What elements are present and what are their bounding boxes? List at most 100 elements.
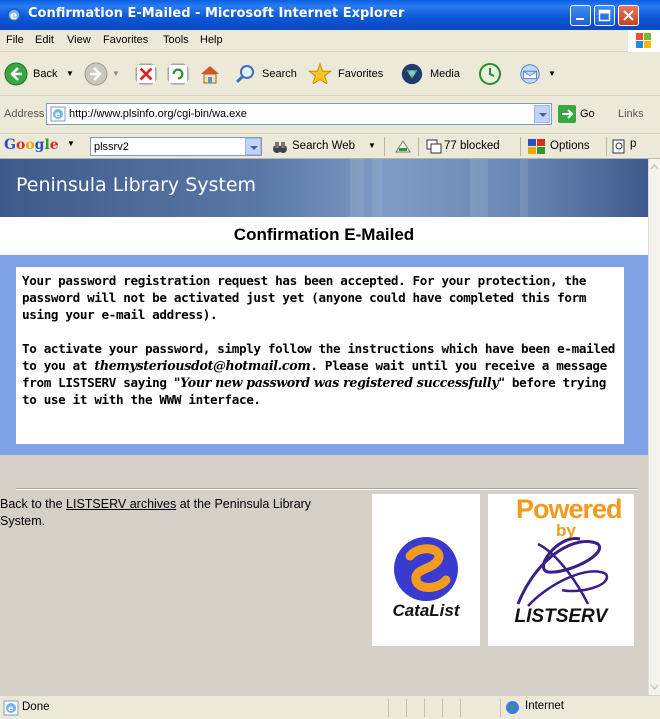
stop-button[interactable]: [130, 58, 160, 90]
options-icon: [528, 139, 545, 154]
binoculars-icon: [273, 142, 287, 153]
menu-bar: File Edit View Favorites Tools Help: [0, 30, 660, 52]
status-bar: e Done Internet: [0, 695, 660, 719]
mail-button[interactable]: ▼: [514, 58, 564, 90]
search-web-label: Search Web: [292, 140, 356, 152]
home-button[interactable]: [194, 58, 226, 90]
menu-view[interactable]: View: [67, 34, 91, 46]
google-options-button[interactable]: Options: [526, 137, 606, 156]
svg-text:e: e: [55, 110, 61, 119]
close-button[interactable]: [618, 5, 639, 26]
home-icon: [201, 66, 219, 84]
favorites-button[interactable]: Favorites: [306, 58, 394, 90]
page-done-icon: e: [3, 700, 19, 716]
footer-text: Back to the LISTSERV archives at the Pen…: [0, 496, 350, 530]
pagerank-icon[interactable]: [394, 138, 412, 156]
catalist-logo-text: CataList: [392, 601, 460, 620]
menu-tools[interactable]: Tools: [163, 34, 189, 46]
message-frame: Your password registration request has b…: [0, 255, 648, 455]
page-ie-icon: e: [50, 106, 66, 122]
maximize-icon: [598, 9, 611, 22]
menu-help[interactable]: Help: [200, 34, 223, 46]
address-url: http://www.plsinfo.org/cgi-bin/wa.exe: [69, 108, 247, 120]
media-button[interactable]: Media: [398, 58, 472, 90]
listserv-archives-link[interactable]: LISTSERV archives: [66, 497, 176, 511]
google-search-query: plssrv2: [94, 141, 129, 153]
google-search-input[interactable]: plssrv2: [90, 137, 262, 156]
status-cell: [388, 699, 406, 717]
media-label: Media: [430, 68, 460, 80]
toolbar-separator: [520, 137, 521, 156]
minimize-button[interactable]: [570, 5, 591, 26]
banner-stripe: [350, 159, 364, 217]
mail-dropdown-icon[interactable]: ▼: [548, 69, 556, 78]
search-label: Search: [262, 68, 297, 80]
security-zone[interactable]: Internet: [500, 699, 660, 717]
message-box: Your password registration request has b…: [16, 267, 624, 444]
toolbar-separator: [606, 137, 607, 156]
status-cell: [460, 699, 500, 717]
back-button[interactable]: Back ▼: [4, 58, 82, 90]
search-web-button[interactable]: Search Web ▼: [270, 137, 382, 156]
page-heading: Confirmation E-Mailed: [233, 225, 415, 244]
scroll-down-icon[interactable]: [649, 681, 660, 693]
message-paragraph-1: Your password registration request has b…: [22, 273, 587, 322]
go-button[interactable]: Go: [558, 104, 608, 126]
catalist-logo[interactable]: CataList: [372, 494, 480, 646]
refresh-button[interactable]: [162, 58, 192, 90]
history-button[interactable]: [474, 58, 508, 90]
truncated-toolbar-label: p: [630, 138, 637, 150]
toolbar-separator: [384, 137, 385, 156]
forward-dropdown-icon[interactable]: ▼: [112, 69, 120, 78]
history-icon: [479, 63, 501, 85]
media-icon: [401, 63, 423, 85]
zone-label: Internet: [525, 700, 564, 712]
back-label: Back: [33, 68, 58, 80]
links-button[interactable]: Links: [618, 108, 644, 120]
windows-logo: [628, 30, 660, 52]
standard-toolbar: Back ▼ ▼ Search Favorites Media ▼: [0, 52, 660, 96]
mail-icon: [520, 64, 540, 84]
banner-stripe: [470, 159, 488, 217]
banner-stripe: [372, 159, 382, 217]
listserv-logo-text: LISTSERV: [514, 606, 608, 627]
title-bar[interactable]: e Confirmation E-Mailed - Microsoft Inte…: [0, 0, 660, 30]
page-info-icon[interactable]: [612, 139, 626, 154]
address-label: Address: [4, 108, 45, 120]
popup-blocker-button[interactable]: 77 blocked: [424, 137, 520, 156]
back-arrow-icon: [4, 62, 28, 86]
status-cell: [406, 699, 424, 717]
powered-by-listserv-logo[interactable]: Powered by LISTSERV: [488, 494, 634, 646]
refresh-icon: [167, 63, 189, 85]
maximize-button[interactable]: [594, 5, 615, 26]
stop-icon: [135, 63, 157, 85]
menu-edit[interactable]: Edit: [35, 34, 54, 46]
google-logo[interactable]: Google: [4, 137, 59, 153]
search-magnifier-icon: [235, 65, 254, 84]
google-query-dropdown-icon[interactable]: [245, 138, 261, 155]
search-button[interactable]: Search: [230, 58, 304, 90]
windows-flag-icon: [636, 33, 651, 48]
forward-arrow-icon: [84, 62, 108, 86]
scroll-up-icon[interactable]: [649, 161, 660, 173]
footer-text-before: Back to the: [0, 497, 67, 511]
internet-explorer-icon: e: [7, 8, 21, 22]
menu-favorites[interactable]: Favorites: [103, 34, 148, 46]
menu-file[interactable]: File: [6, 34, 24, 46]
popup-blocker-icon: [426, 139, 442, 154]
google-toolbar: Google ▼ plssrv2 Search Web ▼ 77 blocked…: [0, 134, 660, 159]
vertical-scrollbar[interactable]: [648, 159, 660, 695]
options-label: Options: [550, 140, 590, 152]
horizontal-rule: [16, 488, 638, 490]
email-address: themysteriousdot@hotmail.com: [94, 358, 311, 373]
page-viewport: Peninsula Library System Confirmation E-…: [0, 159, 648, 695]
forward-button[interactable]: ▼: [84, 58, 128, 90]
address-dropdown-icon[interactable]: [534, 105, 550, 123]
popups-blocked-count: 77 blocked: [444, 140, 500, 152]
address-input[interactable]: e http://www.plsinfo.org/cgi-bin/wa.exe: [46, 103, 552, 125]
google-menu-dropdown-icon[interactable]: ▼: [67, 139, 75, 148]
back-dropdown-icon[interactable]: ▼: [66, 69, 74, 78]
search-web-dropdown-icon[interactable]: ▼: [368, 141, 376, 150]
success-quote: "Your new password was registered succes…: [173, 375, 505, 390]
catalist-logo-icon: [394, 537, 458, 601]
